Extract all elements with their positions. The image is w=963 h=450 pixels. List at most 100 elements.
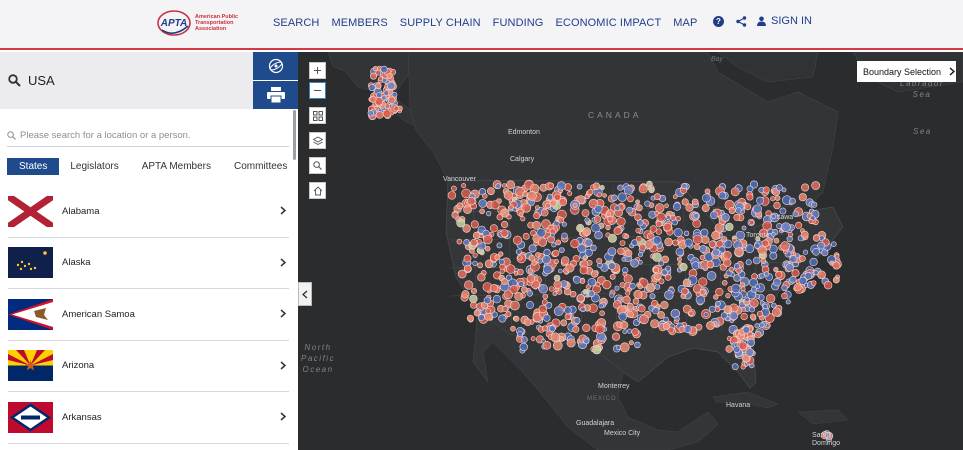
collapse-panel-button[interactable] <box>298 282 312 306</box>
nav-supply-chain[interactable]: SUPPLY CHAIN <box>400 17 481 29</box>
map-marker <box>561 232 568 240</box>
tab-legislators[interactable]: Legislators <box>70 158 118 175</box>
map-marker <box>469 294 478 304</box>
list-item-american-samoa[interactable]: American Samoa <box>8 289 289 341</box>
map-marker <box>510 325 516 332</box>
map-marker <box>701 235 710 244</box>
nav-funding[interactable]: FUNDING <box>493 17 544 29</box>
map-marker <box>607 247 617 256</box>
map-marker <box>746 193 754 201</box>
map-marker <box>605 232 611 238</box>
map-marker <box>476 239 482 245</box>
tab-committees[interactable]: Committees <box>234 158 287 175</box>
state-name: American Samoa <box>62 308 135 320</box>
map-marker <box>517 268 524 276</box>
list-item-arkansas[interactable]: Arkansas <box>8 392 289 444</box>
map-marker <box>635 199 640 205</box>
zoom-in-button[interactable] <box>309 62 326 79</box>
boundary-selection-button[interactable]: Boundary Selection <box>857 61 956 82</box>
list-item-alaska[interactable]: Alaska <box>8 238 289 289</box>
share-icon[interactable] <box>736 15 747 27</box>
map-marker <box>802 249 809 255</box>
map-marker <box>733 263 741 270</box>
panel-scrollbar[interactable] <box>293 110 296 160</box>
map-marker <box>586 259 593 266</box>
tab-apta-members[interactable]: APTA Members <box>142 158 211 175</box>
label-sea: Sea <box>913 127 932 136</box>
arkansas-flag-icon <box>8 401 53 433</box>
print-button[interactable] <box>253 81 298 109</box>
map-marker <box>771 307 781 317</box>
map-marker <box>532 220 541 230</box>
map-marker <box>769 251 778 260</box>
map-marker <box>749 313 757 320</box>
map-marker <box>713 294 719 300</box>
nav-economic-impact[interactable]: ECONOMIC IMPACT <box>555 17 661 29</box>
list-item-alabama[interactable]: Alabama <box>8 186 289 238</box>
map-marker <box>734 247 744 257</box>
map-marker <box>647 232 655 241</box>
map-marker <box>651 299 658 307</box>
location-search-box[interactable]: USA <box>0 52 253 109</box>
map-view[interactable]: Bay CANADA Edmonton Calgary Vancouver La… <box>298 52 963 450</box>
home-icon <box>313 185 322 195</box>
map-marker <box>605 224 611 231</box>
map-marker <box>526 290 534 297</box>
tab-states[interactable]: States <box>7 158 60 175</box>
map-marker <box>749 298 759 308</box>
map-marker <box>472 252 478 258</box>
label-santo-domingo: Santo Domingo <box>812 432 841 447</box>
map-marker <box>381 95 387 101</box>
map-marker <box>505 311 512 318</box>
map-marker <box>506 264 516 274</box>
top-header: APTA American Public Transportation Asso… <box>0 0 963 50</box>
apta-logo[interactable]: APTA American Public Transportation Asso… <box>156 8 257 38</box>
map-marker <box>384 103 391 109</box>
map-marker <box>740 286 746 292</box>
nav-map[interactable]: MAP <box>673 17 697 29</box>
map-marker <box>483 296 492 305</box>
nav-search[interactable]: SEARCH <box>273 17 319 29</box>
list-item-arizona[interactable]: Arizona <box>8 341 289 392</box>
map-marker <box>391 91 398 98</box>
person-search-field[interactable]: Please search for a location or a person… <box>7 125 289 147</box>
globe-button[interactable] <box>253 52 298 80</box>
nav-members[interactable]: MEMBERS <box>331 17 387 29</box>
map-marker <box>702 193 711 203</box>
map-marker <box>725 345 733 353</box>
home-button[interactable] <box>309 182 326 199</box>
map-marker <box>672 239 679 246</box>
map-marker <box>699 245 708 253</box>
map-marker <box>635 235 643 243</box>
map-marker <box>754 331 762 339</box>
map-marker <box>542 293 549 300</box>
map-marker <box>770 302 777 309</box>
map-marker <box>552 249 560 257</box>
map-search-button[interactable] <box>309 157 326 174</box>
map-marker <box>718 191 727 200</box>
basemap-gallery-button[interactable] <box>309 107 326 124</box>
zoom-out-button[interactable] <box>309 82 326 99</box>
map-marker <box>489 224 498 233</box>
logo-subtitle: American Public Transportation Associati… <box>195 14 239 32</box>
map-marker <box>573 317 581 324</box>
map-marker <box>798 276 807 285</box>
help-icon[interactable]: ? <box>713 15 724 27</box>
layers-button[interactable] <box>309 132 326 149</box>
map-marker <box>644 200 651 207</box>
map-marker <box>595 324 605 334</box>
map-marker <box>635 228 641 234</box>
map-marker <box>681 287 689 296</box>
map-marker <box>618 311 628 321</box>
map-marker <box>614 285 620 291</box>
state-name: Arizona <box>62 360 95 372</box>
map-marker <box>596 192 603 198</box>
map-marker <box>716 240 724 248</box>
search-query[interactable]: USA <box>28 73 55 88</box>
map-marker <box>752 204 762 214</box>
map-marker <box>758 322 765 328</box>
map-marker <box>683 324 692 334</box>
map-marker <box>549 325 556 332</box>
map-marker <box>617 296 623 302</box>
sign-in-button[interactable]: SIGN IN <box>757 15 812 27</box>
